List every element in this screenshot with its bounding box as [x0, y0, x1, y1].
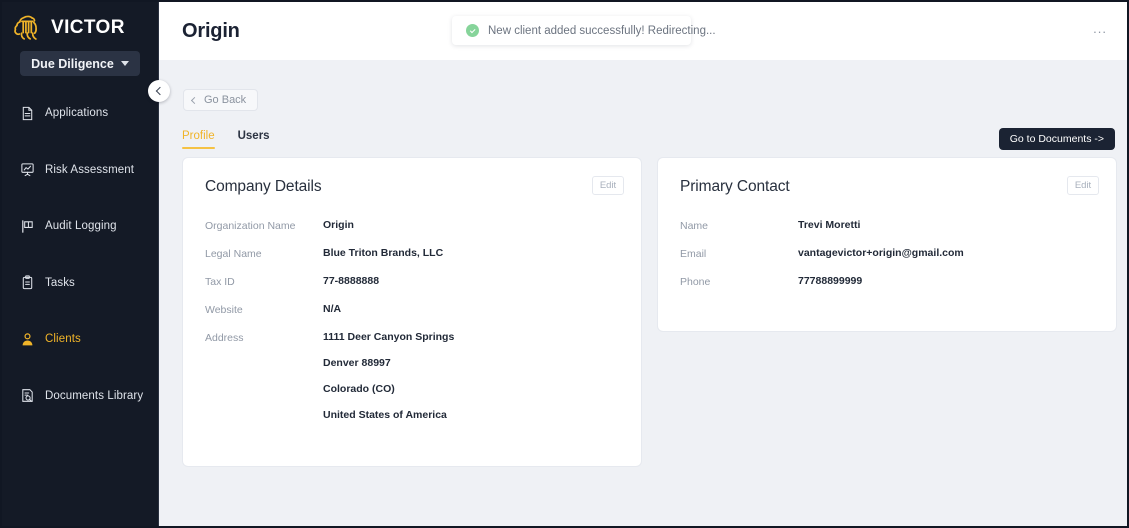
edit-label: Edit	[599, 180, 617, 191]
field-address: Address 1111 Deer Canyon Springs Denver …	[205, 331, 619, 421]
edit-label: Edit	[1074, 180, 1092, 191]
field-organization-name: Organization Name Origin	[205, 219, 619, 232]
document-search-icon	[22, 389, 33, 402]
field-label: Email	[680, 248, 707, 260]
sidebar-item-clients[interactable]: Clients	[2, 325, 158, 353]
sidebar-item-label: Documents Library	[45, 389, 144, 402]
field-contact-name: Name Trevi Moretti	[680, 219, 1094, 232]
main-content: Go Back Profile Users Go to Documents ->…	[159, 60, 1127, 526]
field-value: 77788899999	[798, 275, 863, 287]
sidebar: VICTOR Due Diligence Applications Risk A…	[2, 2, 159, 526]
field-value: N/A	[323, 303, 342, 315]
go-to-documents-button[interactable]: Go to Documents ->	[998, 128, 1115, 150]
brand-name: VICTOR	[51, 17, 125, 38]
tab-profile[interactable]: Profile	[182, 130, 215, 149]
card-title: Company Details	[205, 178, 322, 195]
lion-logo-icon	[14, 15, 37, 40]
field-value: vantagevictor+origin@gmail.com	[798, 247, 964, 259]
card-title: Primary Contact	[680, 178, 790, 195]
go-back-button[interactable]: Go Back	[183, 89, 259, 111]
sidebar-item-label: Tasks	[45, 276, 75, 289]
sidebar-item-label: Risk Assessment	[45, 163, 135, 176]
field-contact-email: Email vantagevictor+origin@gmail.com	[680, 247, 1094, 260]
field-value: 77-8888888	[323, 275, 380, 287]
chevron-left-icon	[190, 96, 199, 104]
go-to-documents-label: Go to Documents ->	[1009, 133, 1104, 145]
field-label: Tax ID	[205, 276, 235, 288]
sidebar-nav: Applications Risk Assessment Audit Loggi…	[2, 99, 158, 410]
field-label: Legal Name	[205, 248, 262, 260]
edit-company-button[interactable]: Edit	[592, 176, 624, 195]
tab-bar: Profile Users	[182, 130, 270, 149]
page-header: Origin New client added successfully! Re…	[159, 2, 1127, 60]
field-label: Address	[205, 332, 244, 344]
toast-message: New client added successfully! Redirecti…	[488, 24, 716, 37]
field-tax-id: Tax ID 77-8888888	[205, 275, 619, 288]
company-details-card: Company Details Edit Organization Name O…	[182, 157, 642, 467]
chevron-down-icon	[120, 61, 129, 66]
document-icon	[22, 106, 33, 120]
flag-icon	[22, 219, 33, 233]
presentation-chart-icon	[21, 163, 34, 177]
user-icon	[22, 332, 33, 345]
field-value: Trevi Moretti	[798, 219, 861, 231]
go-back-label: Go Back	[204, 94, 247, 106]
field-label: Phone	[680, 276, 711, 288]
page-title: Origin	[182, 19, 240, 42]
workspace-selector[interactable]: Due Diligence	[20, 51, 140, 76]
field-label: Name	[680, 220, 709, 232]
address-line: United States of America	[323, 409, 447, 421]
sidebar-item-risk-assessment[interactable]: Risk Assessment	[2, 156, 158, 184]
more-options-icon[interactable]: ...	[1093, 22, 1107, 35]
cards-container: Company Details Edit Organization Name O…	[182, 157, 1117, 467]
address-line: Denver 88997	[323, 357, 391, 369]
sidebar-item-applications[interactable]: Applications	[2, 99, 158, 127]
sidebar-item-documents-library[interactable]: Documents Library	[2, 382, 158, 410]
chevron-left-icon	[155, 86, 165, 96]
sidebar-item-label: Clients	[45, 333, 81, 345]
tab-users[interactable]: Users	[238, 130, 270, 149]
field-label: Website	[205, 304, 243, 316]
field-contact-phone: Phone 77788899999	[680, 275, 1094, 288]
clipboard-icon	[22, 275, 33, 290]
sidebar-item-audit-logging[interactable]: Audit Logging	[2, 212, 158, 240]
field-value: Origin	[323, 219, 354, 231]
check-circle-icon	[466, 24, 479, 37]
sidebar-item-tasks[interactable]: Tasks	[2, 269, 158, 297]
sidebar-collapse-button[interactable]	[148, 80, 170, 102]
workspace-label: Due Diligence	[31, 56, 114, 71]
address-line: Colorado (CO)	[323, 383, 395, 395]
app-window: VICTOR Due Diligence Applications Risk A…	[0, 0, 1129, 528]
edit-contact-button[interactable]: Edit	[1067, 176, 1099, 195]
field-value: Blue Triton Brands, LLC	[323, 247, 444, 259]
brand[interactable]: VICTOR	[2, 2, 158, 44]
sidebar-item-label: Applications	[45, 107, 109, 119]
field-label: Organization Name	[205, 220, 296, 232]
field-legal-name: Legal Name Blue Triton Brands, LLC	[205, 247, 619, 260]
field-value-address: 1111 Deer Canyon Springs Denver 88997 Co…	[323, 331, 454, 421]
address-line: 1111 Deer Canyon Springs	[323, 331, 455, 343]
sidebar-item-label: Audit Logging	[45, 220, 117, 232]
field-website: Website N/A	[205, 303, 619, 316]
toast-notification: New client added successfully! Redirecti…	[452, 16, 716, 45]
primary-contact-card: Primary Contact Edit Name Trevi Moretti …	[657, 157, 1117, 332]
